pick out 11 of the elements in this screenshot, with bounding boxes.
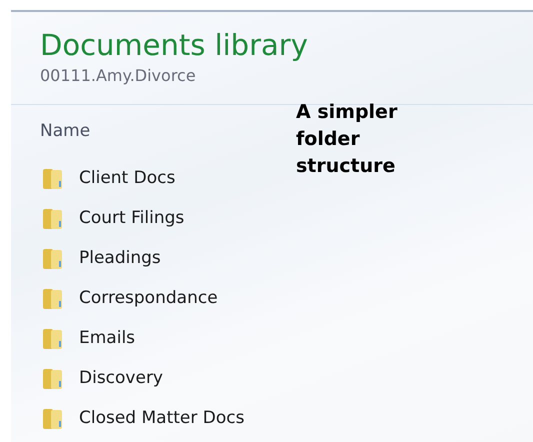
folder-name[interactable]: Court Filings xyxy=(79,207,184,230)
annotation-text: A simpler folder structure xyxy=(296,100,398,179)
folder-name[interactable]: Emails xyxy=(79,327,136,350)
folder-name[interactable]: Client Docs xyxy=(79,167,176,190)
folder-name[interactable]: Correspondance xyxy=(79,287,218,310)
folder-name[interactable]: Discovery xyxy=(79,367,163,390)
folder-name[interactable]: Pleadings xyxy=(79,247,161,270)
library-title: Documents library xyxy=(40,27,308,63)
name-column-header[interactable]: Name xyxy=(40,120,90,142)
library-subtitle: 00111.Amy.Divorce xyxy=(40,66,196,86)
folder-name[interactable]: Closed Matter Docs xyxy=(79,407,244,430)
